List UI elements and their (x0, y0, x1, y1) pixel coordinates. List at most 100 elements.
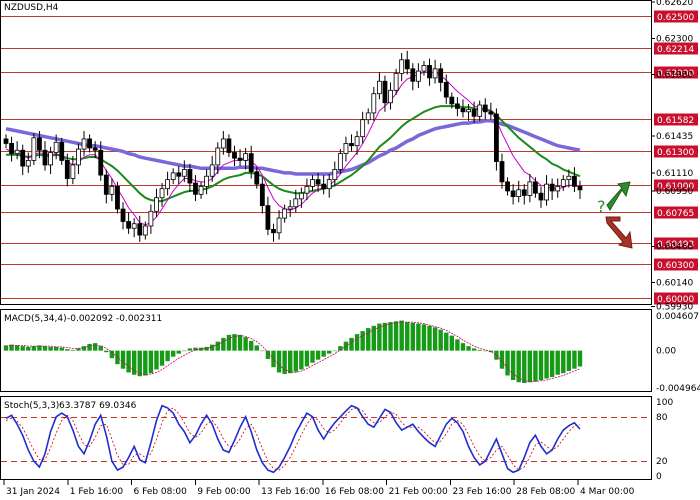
candle-bull (131, 223, 137, 229)
candle-bull (165, 179, 171, 190)
candle-bull (326, 179, 332, 190)
candle-bull (215, 147, 221, 166)
candle-bull (466, 109, 471, 113)
macd-bar (104, 350, 109, 353)
ma-slow-line (5, 119, 581, 176)
macd-bar (293, 350, 298, 372)
macd-bar (14, 345, 20, 351)
candle-bear (176, 172, 182, 177)
candle-bull (142, 225, 148, 236)
macd-bar (42, 346, 48, 351)
symbol-label: NZDUSD,H4 (4, 3, 59, 13)
macd-bar (510, 350, 516, 380)
level-value: 0.62500 (657, 13, 694, 23)
candle-bull (14, 149, 20, 155)
macd-bar (416, 323, 421, 351)
candle-bear (533, 181, 538, 194)
level-value: 0.60300 (657, 261, 694, 271)
macd-bar (405, 322, 410, 351)
macd-bar (327, 350, 332, 354)
arrow-up-icon (606, 181, 631, 211)
price-axis-label: 0.62620 (656, 0, 693, 8)
macd-bar (70, 349, 76, 351)
macd-bar (566, 350, 572, 371)
macd-bar (522, 350, 527, 384)
candle-bear (98, 149, 104, 176)
candle-bear (237, 157, 243, 161)
macd-bar (304, 350, 310, 367)
candle-bull (371, 93, 377, 114)
candle-bull (544, 183, 549, 201)
macd-bar (159, 350, 165, 366)
candle-bull (388, 89, 393, 104)
price-axis-label: 0.60140 (656, 279, 693, 289)
candle-bear (137, 223, 143, 236)
ma-fast-line (5, 71, 581, 226)
candle-bear (37, 137, 42, 151)
macd-axis-label: 0.00 (656, 347, 676, 357)
candle-bull (76, 148, 81, 166)
macd-bar (98, 346, 103, 351)
candle-bull (527, 181, 533, 196)
candle-bull (198, 186, 204, 195)
macd-bar (48, 346, 53, 351)
level-label: 0.60765 (654, 206, 698, 219)
time-axis-label: 1 Feb 16:00 (70, 487, 124, 497)
candle-bear (449, 96, 455, 105)
candle-bull (566, 175, 572, 181)
macd-bar (260, 350, 265, 352)
macd-bar (505, 350, 510, 376)
candle-bear (577, 186, 583, 191)
macd-bar (315, 350, 321, 360)
candle-bull (310, 179, 315, 187)
macd-bar (410, 322, 416, 351)
candle-bear (271, 228, 276, 234)
macd-bar (165, 350, 170, 362)
price-axis-label: 0.62300 (656, 34, 693, 44)
level-value: 0.61582 (657, 116, 694, 126)
candle-bull (276, 217, 282, 234)
macd-bar (243, 337, 248, 351)
candle-bull (31, 137, 37, 161)
candle-bear (103, 174, 109, 195)
level-label: 0.61582 (654, 113, 698, 126)
macd-bar (366, 328, 371, 351)
candle-bull (415, 70, 421, 82)
candle-bear (454, 103, 460, 109)
candle-bull (181, 169, 187, 177)
candle-bull (204, 175, 210, 187)
candle-bear (510, 190, 516, 197)
candle-bull (159, 188, 165, 199)
macd-bar (26, 346, 31, 351)
macd-axis-label: -0.004964 (656, 384, 700, 394)
time-axis-label: 9 Feb 00:00 (197, 487, 251, 497)
stoch-axis-label: 100 (656, 398, 673, 408)
macd-bar (20, 346, 25, 351)
macd-bar (310, 350, 315, 363)
candle-bear (460, 108, 466, 113)
macd-bar (215, 341, 220, 351)
candle-bear (265, 205, 271, 230)
candle-bear (9, 143, 14, 155)
candle-bull (282, 208, 288, 219)
candle-bull (293, 198, 299, 208)
macd-bar (360, 331, 365, 351)
candle-bull (70, 164, 76, 179)
time-axis-label: 6 Feb 08:00 (134, 487, 188, 497)
candle-bull (421, 65, 427, 72)
candle-bear (115, 186, 120, 210)
candle-bear (438, 68, 444, 83)
macd-bar (170, 350, 176, 357)
candle-bull (304, 186, 310, 194)
price-axis-label: 0.61435 (656, 132, 693, 142)
macd-bar (120, 350, 126, 369)
macd-bar (399, 320, 404, 351)
candle-bull (560, 179, 566, 187)
macd-bar (288, 350, 293, 374)
macd-bar (438, 329, 443, 351)
time-axis-label: 23 Feb 16:00 (452, 487, 511, 497)
level-label: 0.62214 (654, 42, 698, 55)
macd-bar (555, 350, 560, 375)
price-axis-label: 0.60950 (656, 187, 693, 197)
candle-bear (20, 149, 26, 167)
